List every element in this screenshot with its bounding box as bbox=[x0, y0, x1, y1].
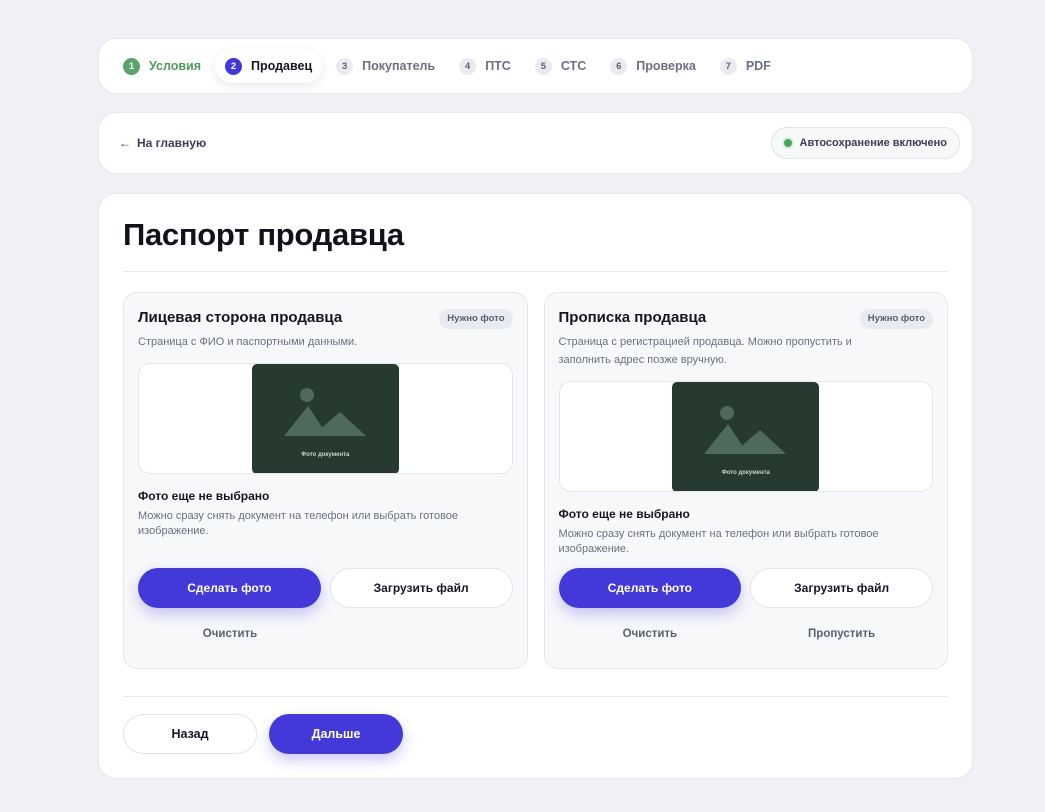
step-label: Покупатель bbox=[362, 59, 436, 73]
status-badge: Нужно фото bbox=[439, 309, 513, 329]
photo-status-title: Фото еще не выбрано bbox=[138, 489, 270, 503]
card-title: Лицевая сторона продавца bbox=[138, 309, 343, 326]
step-number: 4 bbox=[459, 57, 477, 75]
app-container: 1 Условия 2 Продавец 3 Покупатель 4 ПТС … bbox=[98, 38, 973, 779]
photo-status-description: Можно сразу снять документ на телефон ил… bbox=[138, 510, 459, 537]
back-button[interactable]: Назад bbox=[123, 714, 257, 754]
divider bbox=[123, 271, 948, 272]
step-pdf[interactable]: 7 PDF bbox=[710, 49, 781, 83]
arrow-left-icon: ← bbox=[119, 136, 131, 150]
card-title: Прописка продавца bbox=[558, 309, 707, 326]
step-seller[interactable]: 2 Продавец bbox=[215, 49, 323, 83]
step-number: 6 bbox=[610, 57, 628, 75]
upload-card-registration: Прописка продавца Нужно фото Страница с … bbox=[543, 292, 948, 669]
divider bbox=[123, 696, 948, 697]
step-buyer[interactable]: 3 Покупатель bbox=[326, 49, 445, 83]
form-footer: Назад Дальше bbox=[123, 714, 403, 754]
upload-card-front: Лицевая сторона продавца Нужно фото Стра… bbox=[123, 292, 528, 669]
image-placeholder-icon bbox=[704, 406, 787, 454]
photo-placeholder: Фото документа bbox=[251, 364, 399, 473]
autosave-label: Автосохранение включено bbox=[799, 137, 947, 149]
status-badge: Нужно фото bbox=[859, 309, 933, 329]
photo-label: Фото документа bbox=[721, 470, 770, 476]
main-panel: Паспорт продавца Лицевая сторона продавц… bbox=[98, 193, 973, 779]
photo-preview[interactable]: Фото документа bbox=[138, 363, 513, 474]
step-conditions[interactable]: 1 Условия bbox=[113, 49, 211, 83]
upload-file-button[interactable]: Загрузить файл bbox=[750, 568, 933, 608]
take-photo-button[interactable]: Сделать фото bbox=[558, 568, 742, 608]
back-to-home-link[interactable]: ← На главную bbox=[119, 136, 206, 150]
step-review[interactable]: 6 Проверка bbox=[600, 49, 706, 83]
autosave-indicator: Автосохранение включено bbox=[770, 127, 960, 159]
step-sts[interactable]: 5 СТС bbox=[525, 49, 596, 83]
step-label: Проверка bbox=[636, 59, 696, 73]
upload-cards: Лицевая сторона продавца Нужно фото Стра… bbox=[123, 292, 948, 669]
step-number: 5 bbox=[534, 57, 552, 75]
photo-preview[interactable]: Фото документа bbox=[558, 381, 933, 492]
stepper: 1 Условия 2 Продавец 3 Покупатель 4 ПТС … bbox=[98, 38, 973, 94]
step-label: Условия bbox=[149, 59, 202, 73]
image-placeholder-icon bbox=[283, 388, 366, 436]
step-number: 3 bbox=[336, 57, 354, 75]
photo-label: Фото документа bbox=[301, 452, 350, 458]
upload-file-button[interactable]: Загрузить файл bbox=[329, 568, 513, 608]
skip-button[interactable]: Пропустить bbox=[750, 628, 933, 640]
photo-placeholder: Фото документа bbox=[672, 382, 820, 491]
step-label: Продавец bbox=[251, 59, 313, 73]
photo-status-title: Фото еще не выбрано bbox=[558, 507, 690, 521]
photo-status-description: Можно сразу снять документ на телефон ил… bbox=[558, 528, 879, 555]
card-description: Страница с регистрацией продавца. Можно … bbox=[558, 336, 852, 366]
step-pts[interactable]: 4 ПТС bbox=[449, 49, 521, 83]
step-number: 2 bbox=[225, 57, 243, 75]
card-description: Страница с ФИО и паспортными данными. bbox=[138, 336, 358, 348]
step-label: PDF bbox=[745, 59, 771, 73]
take-photo-button[interactable]: Сделать фото bbox=[138, 568, 321, 608]
step-number: 7 bbox=[719, 57, 737, 75]
step-label: ПТС bbox=[485, 59, 511, 73]
clear-button[interactable]: Очистить bbox=[559, 628, 742, 640]
clear-button[interactable]: Очистить bbox=[138, 628, 322, 640]
page-title: Паспорт продавца bbox=[123, 217, 404, 252]
step-number: 1 bbox=[123, 57, 140, 75]
next-button[interactable]: Дальше bbox=[269, 714, 403, 754]
step-label: СТС bbox=[560, 59, 587, 73]
top-navbar: ← На главную Автосохранение включено bbox=[98, 112, 973, 174]
back-to-home-label: На главную bbox=[137, 136, 207, 150]
status-dot-icon bbox=[783, 139, 792, 147]
